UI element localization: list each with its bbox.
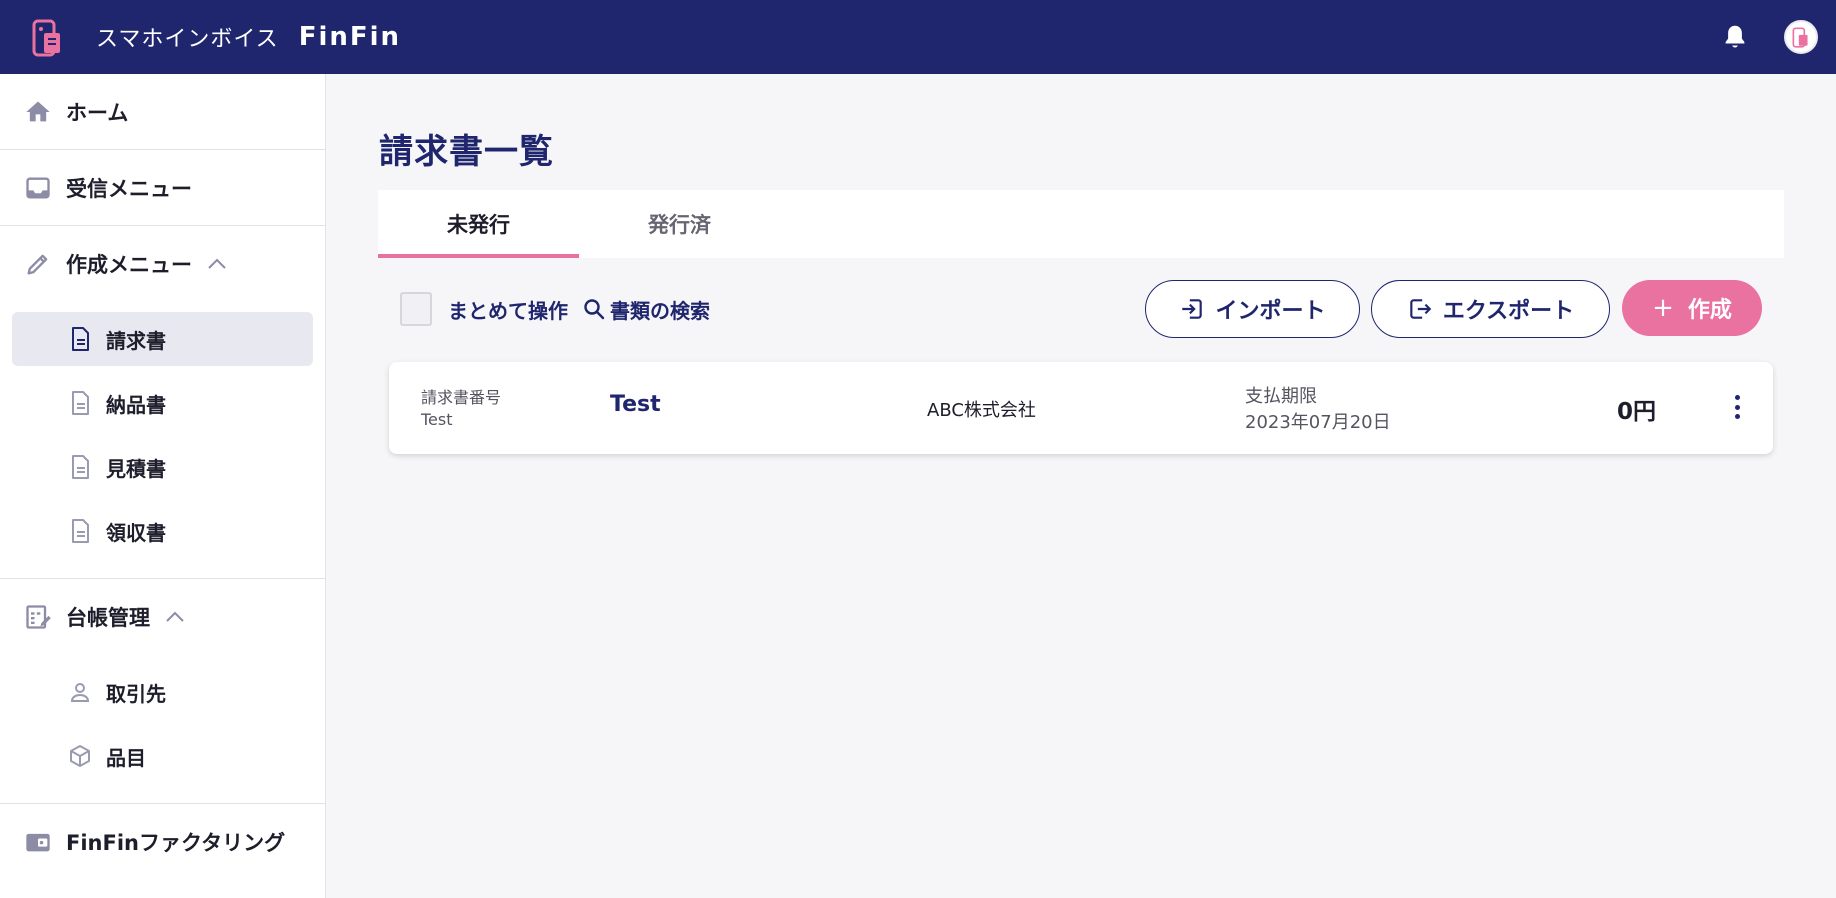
ledger-icon [26, 605, 51, 629]
main-content: 請求書一覧 未発行 発行済 まとめて操作 書類の検索 インポート エクスポート … [327, 74, 1836, 898]
document-icon [72, 455, 89, 479]
document-icon [72, 519, 89, 543]
sidebar-item-label: 受信メニュー [66, 176, 192, 201]
chevron-up-icon[interactable] [164, 610, 186, 624]
sidebar-item-factoring[interactable]: FinFinファクタリング [0, 804, 325, 880]
person-icon [70, 683, 90, 702]
search-icon [584, 299, 605, 320]
sidebar-item-clients[interactable]: 取引先 [12, 665, 313, 719]
cube-icon [70, 745, 90, 767]
sidebar-item-label: 請求書 [106, 328, 166, 353]
sidebar-item-inbox[interactable]: 受信メニュー [0, 150, 325, 226]
sidebar-item-label: FinFinファクタリング [66, 831, 286, 855]
sidebar-item-label: 取引先 [106, 681, 166, 706]
brand-name-en: FinFin [298, 22, 402, 52]
search-label: 書類の検索 [610, 298, 710, 323]
sidebar-item-invoice[interactable]: 請求書 [12, 312, 313, 366]
document-search-button[interactable]: 書類の検索 [582, 295, 710, 324]
tab-issued[interactable]: 発行済 [579, 190, 780, 258]
sidebar-item-label: 領収書 [106, 520, 166, 545]
bell-icon[interactable] [1720, 22, 1750, 52]
sidebar-item-label: 見積書 [106, 456, 166, 481]
avatar[interactable] [1784, 20, 1818, 54]
ledger-items: 取引先 品目 [0, 665, 325, 804]
app-header: スマホインボイス FinFin [0, 0, 1836, 74]
plus-icon: + [1652, 293, 1674, 323]
import-icon [1182, 299, 1203, 319]
invoice-client: ABC株式会社 [927, 400, 1036, 421]
sidebar-item-products[interactable]: 品目 [12, 729, 313, 783]
document-icon [72, 327, 89, 351]
import-button[interactable]: インポート [1145, 280, 1360, 338]
brand[interactable]: スマホインボイス FinFin [30, 15, 401, 59]
export-icon [1410, 299, 1432, 319]
invoice-card[interactable]: 請求書番号 Test Test ABC株式会社 支払期限 2023年07月20日… [389, 362, 1773, 454]
more-vertical-icon[interactable] [1729, 392, 1745, 422]
due-date: 2023年07月20日 [1245, 412, 1391, 433]
sidebar-item-label: 品目 [106, 745, 146, 770]
document-icon [72, 391, 89, 415]
page-title: 請求書一覧 [379, 132, 554, 172]
sidebar-item-label: 台帳管理 [66, 606, 150, 630]
bulk-action-button[interactable]: まとめて操作 [448, 295, 568, 324]
create-button[interactable]: + 作成 [1622, 280, 1762, 336]
phone-invoice-logo-icon [32, 19, 60, 57]
sidebar-item-home[interactable]: ホーム [0, 74, 325, 150]
create-menu-items: 請求書 納品書 見積書 領収書 [0, 312, 325, 579]
sidebar-item-label: 納品書 [106, 392, 166, 417]
sidebar-item-create-menu[interactable]: 作成メニュー [0, 226, 325, 302]
import-label: インポート [1215, 299, 1326, 324]
sidebar: ホーム 受信メニュー 作成メニュー 請求書 納品書 見積書 領収書 台帳管理 取… [0, 74, 326, 898]
user-avatar-icon [1792, 27, 1808, 48]
home-icon [26, 101, 50, 121]
status-tabs: 未発行 発行済 [378, 190, 1784, 258]
chevron-up-icon[interactable] [206, 257, 228, 271]
due-date-label: 支払期限 [1245, 386, 1317, 407]
create-label: 作成 [1687, 298, 1732, 323]
sidebar-item-estimate[interactable]: 見積書 [12, 440, 313, 494]
toolbar: まとめて操作 書類の検索 インポート エクスポート + 作成 [378, 280, 1784, 340]
sidebar-item-label: 作成メニュー [66, 253, 192, 277]
inbox-icon [26, 177, 50, 198]
invoice-number-label: 請求書番号 [421, 388, 502, 407]
header-actions [1720, 0, 1818, 74]
export-button[interactable]: エクスポート [1371, 280, 1610, 338]
sidebar-item-label: ホーム [66, 100, 129, 125]
bulk-actions: まとめて操作 書類の検索 [400, 292, 710, 326]
invoice-amount: 0円 [1617, 399, 1657, 425]
invoice-title: Test [610, 392, 661, 417]
pencil-icon [27, 254, 48, 275]
sidebar-item-delivery-note[interactable]: 納品書 [12, 376, 313, 430]
brand-name: スマホインボイス [96, 27, 279, 52]
sidebar-item-ledger[interactable]: 台帳管理 [0, 579, 325, 655]
wallet-icon [26, 833, 50, 852]
select-all-checkbox[interactable] [400, 292, 432, 326]
tab-unissued[interactable]: 未発行 [378, 190, 579, 258]
export-label: エクスポート [1442, 299, 1575, 324]
invoice-number: Test [421, 410, 453, 429]
sidebar-item-receipt[interactable]: 領収書 [12, 504, 313, 558]
